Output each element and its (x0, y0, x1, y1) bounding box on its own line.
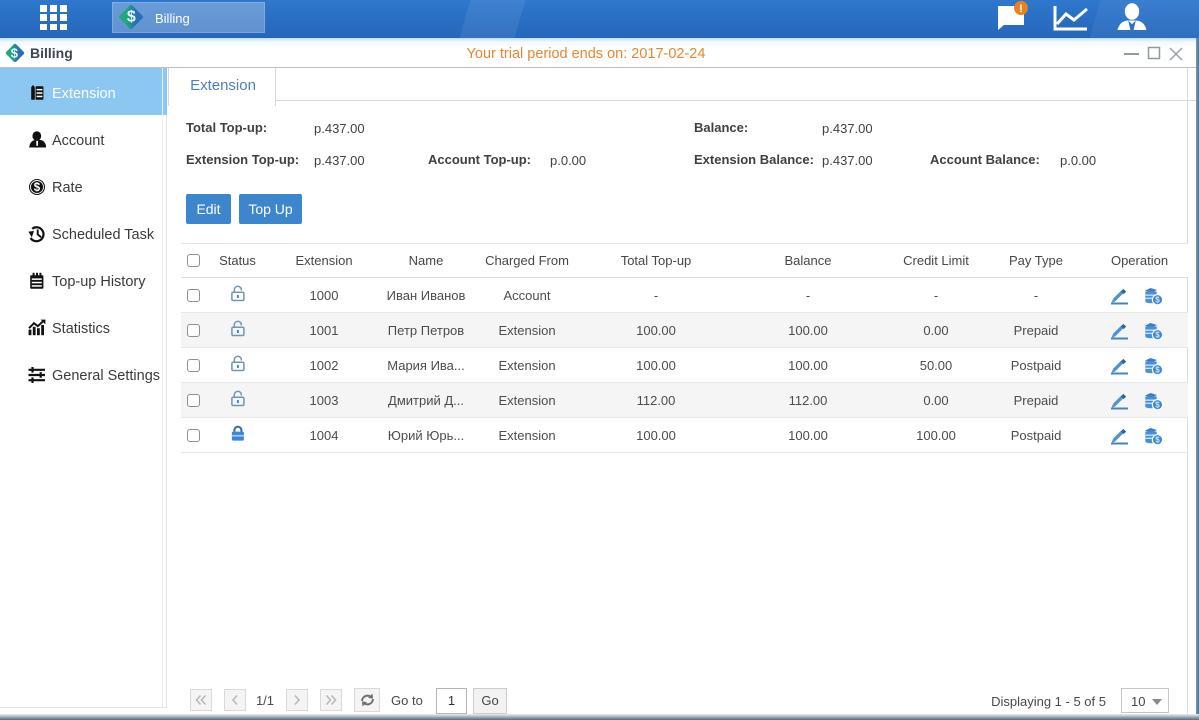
svg-text:$: $ (1155, 400, 1160, 409)
svg-text:$: $ (1155, 330, 1160, 339)
svg-text:$: $ (1155, 365, 1160, 374)
svg-text:$: $ (34, 182, 41, 194)
svg-text:$: $ (1155, 295, 1160, 304)
svg-text:!: ! (1019, 3, 1023, 15)
svg-text:$: $ (1155, 435, 1160, 444)
